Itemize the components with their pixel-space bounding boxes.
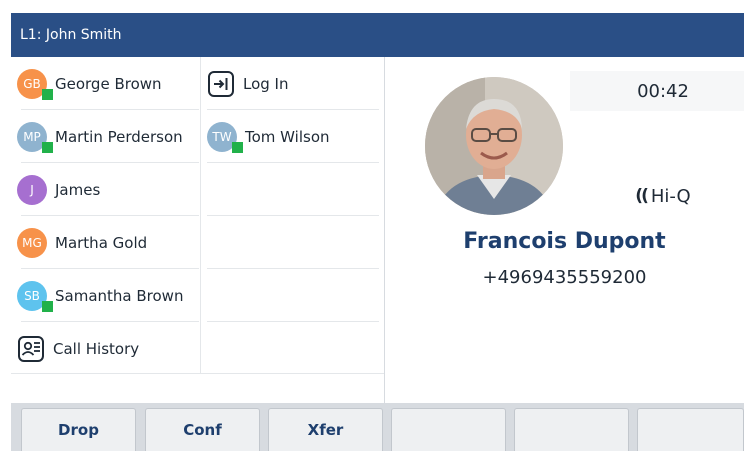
- contact-label: James: [55, 180, 101, 199]
- hi-q-audio-icon: ((: [635, 186, 648, 206]
- login-icon: [207, 70, 235, 98]
- contact-james[interactable]: J James: [11, 163, 199, 216]
- contact-label: Samantha Brown: [55, 286, 184, 305]
- contact-label: Martin Perderson: [55, 127, 183, 146]
- empty-key-6[interactable]: [201, 322, 385, 375]
- contacts-column-1: GB George Brown MP Martin Perderson J Ja…: [11, 57, 199, 375]
- call-history-label: Call History: [53, 339, 140, 358]
- presence-available-indicator: [42, 88, 53, 100]
- avatar: MG: [17, 227, 47, 258]
- avatar: MP: [17, 121, 53, 153]
- contact-label: Martha Gold: [55, 233, 148, 252]
- softkey-6[interactable]: [637, 408, 744, 451]
- title-bar: L1: John Smith: [11, 13, 744, 57]
- presence-available-indicator: [42, 300, 53, 312]
- caller-photo: [425, 77, 563, 215]
- contacts-panel: GB George Brown MP Martin Perderson J Ja…: [11, 57, 385, 403]
- empty-key-5[interactable]: [201, 269, 385, 322]
- hi-q-indicator: (( Hi-Q: [635, 185, 691, 207]
- empty-key-4[interactable]: [201, 216, 385, 269]
- caller-name: Francois Dupont: [463, 229, 666, 254]
- contact-tom-wilson[interactable]: TW Tom Wilson: [201, 110, 385, 163]
- contact-george-brown[interactable]: GB George Brown: [11, 57, 199, 110]
- call-timer: 00:42: [570, 71, 744, 111]
- contact-label: George Brown: [55, 74, 162, 93]
- softkey-5[interactable]: [514, 408, 629, 451]
- contact-martha-gold[interactable]: MG Martha Gold: [11, 216, 199, 269]
- softkey-4[interactable]: [391, 408, 506, 451]
- call-history-icon: [17, 335, 45, 363]
- login-key[interactable]: Log In: [201, 57, 385, 110]
- call-history-key[interactable]: Call History: [11, 322, 199, 375]
- line-label: L1: John Smith: [20, 27, 122, 43]
- contact-martin-perderson[interactable]: MP Martin Perderson: [11, 110, 199, 163]
- caller-number: +4969435559200: [482, 267, 647, 288]
- divider: [11, 373, 384, 374]
- presence-available-indicator: [42, 141, 53, 153]
- avatar: TW: [207, 121, 243, 153]
- presence-available-indicator: [232, 141, 243, 153]
- avatar: GB: [17, 68, 53, 100]
- softkey-bar: Drop Conf Xfer: [11, 403, 744, 451]
- drop-button[interactable]: Drop: [21, 408, 136, 451]
- contacts-column-2: Log In TW Tom Wilson: [200, 57, 385, 373]
- xfer-button[interactable]: Xfer: [268, 408, 383, 451]
- avatar: J: [17, 174, 47, 205]
- active-call-panel: 00:42 (( Hi-Q Francois Dupont +496943555…: [385, 57, 744, 403]
- login-label: Log In: [243, 74, 289, 93]
- conf-button[interactable]: Conf: [145, 408, 260, 451]
- empty-key-3[interactable]: [201, 163, 385, 216]
- contact-samantha-brown[interactable]: SB Samantha Brown: [11, 269, 199, 322]
- contact-label: Tom Wilson: [245, 127, 330, 146]
- avatar: SB: [17, 280, 53, 312]
